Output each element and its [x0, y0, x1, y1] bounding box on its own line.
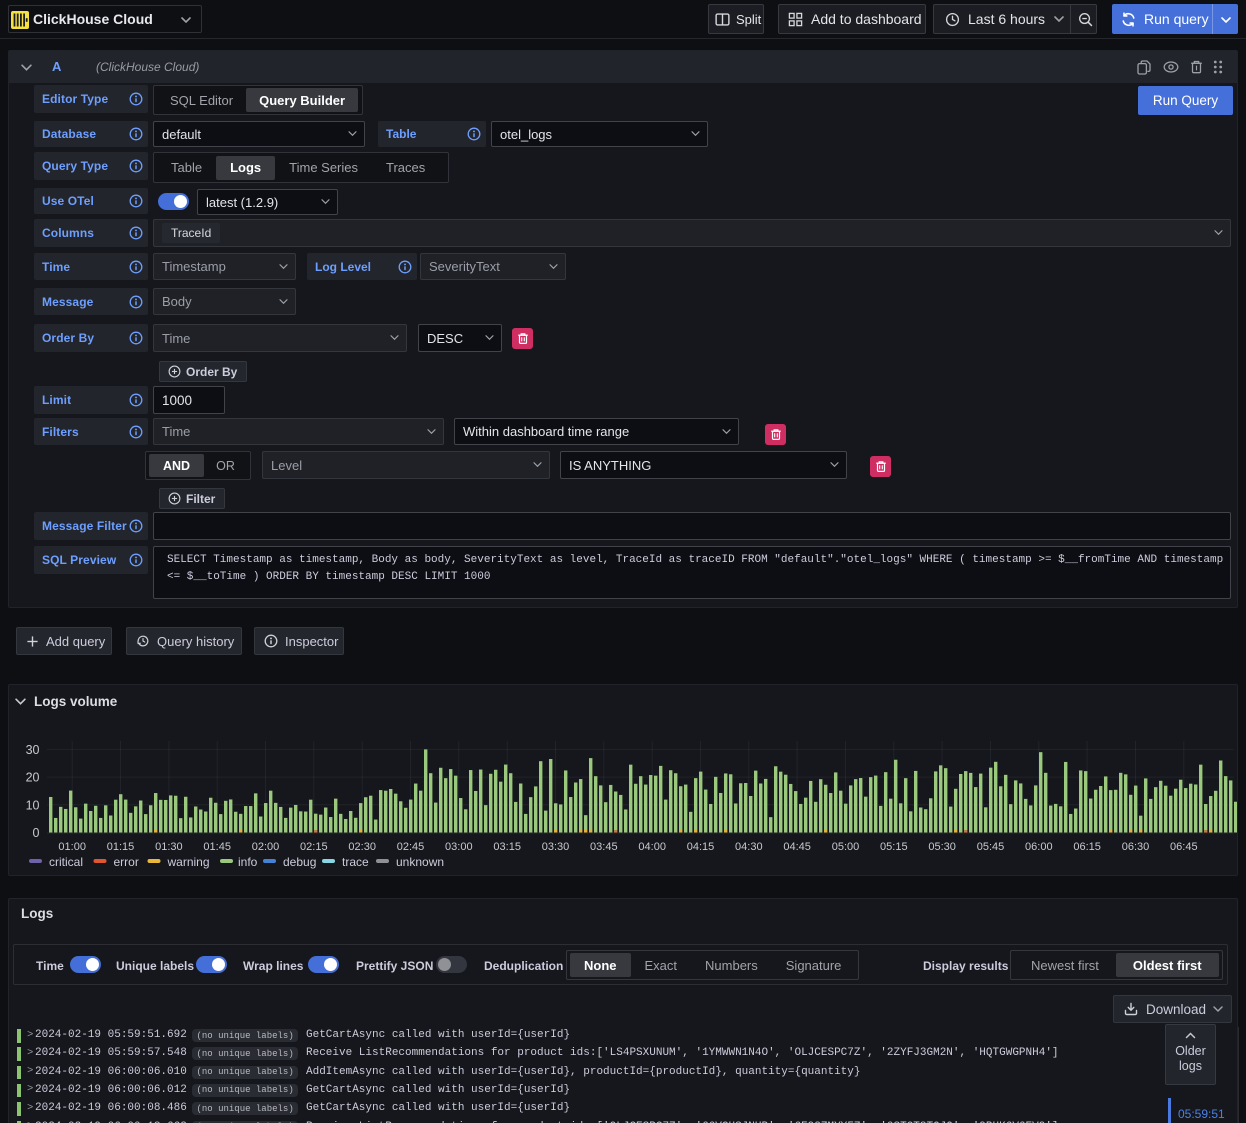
svg-text:0: 0	[33, 826, 40, 840]
svg-text:01:45: 01:45	[203, 841, 231, 853]
svg-text:03:30: 03:30	[542, 841, 570, 853]
svg-text:05:45: 05:45	[977, 841, 1005, 853]
svg-text:04:00: 04:00	[638, 841, 666, 853]
svg-text:06:45: 06:45	[1170, 841, 1198, 853]
svg-text:05:00: 05:00	[832, 841, 860, 853]
svg-text:01:00: 01:00	[58, 841, 86, 853]
svg-text:error: error	[114, 855, 139, 869]
svg-text:03:45: 03:45	[590, 841, 618, 853]
svg-text:01:30: 01:30	[155, 841, 183, 853]
svg-text:10: 10	[26, 798, 40, 812]
svg-text:06:00: 06:00	[1025, 841, 1053, 853]
svg-text:02:30: 02:30	[348, 841, 376, 853]
svg-text:02:15: 02:15	[300, 841, 328, 853]
svg-text:01:15: 01:15	[107, 841, 135, 853]
svg-text:info: info	[238, 855, 258, 869]
svg-text:04:15: 04:15	[687, 841, 715, 853]
svg-text:06:15: 06:15	[1073, 841, 1101, 853]
svg-text:05:30: 05:30	[928, 841, 956, 853]
svg-text:20: 20	[26, 771, 40, 785]
svg-text:02:00: 02:00	[252, 841, 280, 853]
svg-text:30: 30	[26, 743, 40, 757]
svg-text:03:00: 03:00	[445, 841, 473, 853]
svg-text:warning: warning	[167, 855, 210, 869]
svg-text:unknown: unknown	[396, 855, 444, 869]
svg-text:trace: trace	[342, 855, 369, 869]
svg-text:04:30: 04:30	[735, 841, 763, 853]
svg-text:critical: critical	[49, 855, 83, 869]
svg-text:05:15: 05:15	[880, 841, 908, 853]
svg-text:debug: debug	[283, 855, 316, 869]
svg-text:03:15: 03:15	[493, 841, 521, 853]
svg-text:06:30: 06:30	[1122, 841, 1150, 853]
svg-text:04:45: 04:45	[783, 841, 811, 853]
svg-text:02:45: 02:45	[397, 841, 425, 853]
